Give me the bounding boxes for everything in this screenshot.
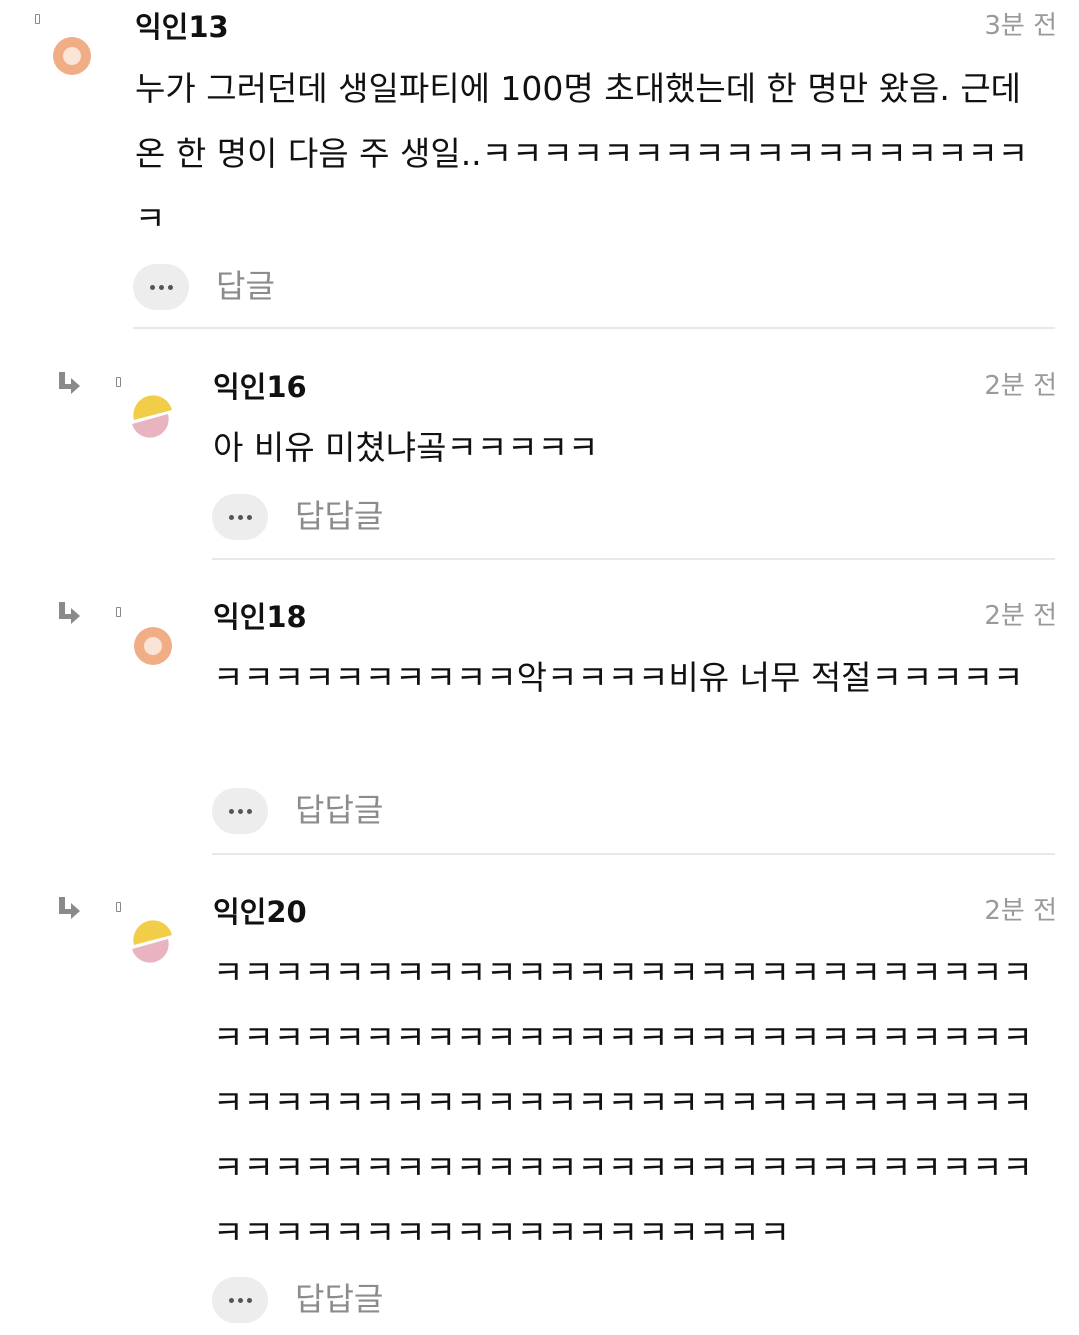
comment-timestamp: 2분 전 — [984, 896, 1057, 926]
comment-author: 익인13 — [135, 10, 229, 44]
ellipsis-icon — [133, 264, 189, 310]
comment-timestamp: 3분 전 — [984, 11, 1057, 41]
comment-body: ㅋㅋㅋㅋㅋㅋㅋㅋㅋㅋ악ㅋㅋㅋㅋ비유 너무 적절ㅋㅋㅋㅋㅋ — [213, 658, 1024, 697]
reply-comment-item: 익인20 2분 전 ㅋㅋㅋㅋㅋㅋㅋㅋㅋㅋㅋㅋㅋㅋㅋㅋㅋㅋㅋㅋㅋㅋㅋㅋㅋㅋㅋㅋㅋㅋ… — [0, 855, 1079, 1335]
comment-item: 익인13 3분 전 누가 그러던데 생일파티에 100명 초대했는데 한 명만 … — [0, 0, 1079, 330]
more-options-button[interactable] — [212, 788, 268, 834]
ellipsis-icon — [212, 788, 268, 834]
comment-author: 익인16 — [213, 370, 307, 404]
comment-author: 익인18 — [213, 600, 307, 634]
ring-avatar-icon — [53, 37, 91, 75]
report-flag-icon[interactable] — [35, 14, 40, 24]
reply-arrow-icon — [59, 372, 80, 394]
reply-comment-item: 익인18 2분 전 ㅋㅋㅋㅋㅋㅋㅋㅋㅋㅋ악ㅋㅋㅋㅋ비유 너무 적절ㅋㅋㅋㅋㅋ 답… — [0, 560, 1079, 855]
more-options-button[interactable] — [212, 1277, 268, 1323]
reply-arrow-icon — [59, 897, 80, 919]
reply-arrow-icon — [59, 602, 80, 624]
more-options-button[interactable] — [133, 264, 189, 310]
comment-timestamp: 2분 전 — [984, 601, 1057, 631]
report-flag-icon[interactable] — [116, 377, 121, 387]
ellipsis-icon — [212, 494, 268, 540]
split-circle-avatar-icon — [132, 395, 172, 438]
comment-body: 아 비유 미쳤냐곸ㅋㅋㅋㅋㅋ — [213, 428, 599, 467]
more-options-button[interactable] — [212, 494, 268, 540]
report-flag-icon[interactable] — [116, 902, 121, 912]
split-circle-avatar-icon — [132, 920, 172, 963]
reply-button[interactable]: 답답글 — [295, 496, 383, 536]
report-flag-icon[interactable] — [116, 607, 121, 617]
comment-body: ㅋㅋㅋㅋㅋㅋㅋㅋㅋㅋㅋㅋㅋㅋㅋㅋㅋㅋㅋㅋㅋㅋㅋㅋㅋㅋㅋㅋㅋㅋㅋㅋㅋㅋㅋㅋㅋㅋㅋㅋ… — [213, 953, 1033, 1252]
reply-button[interactable]: 답답글 — [295, 790, 383, 830]
reply-button[interactable]: 답글 — [216, 266, 275, 306]
comment-author: 익인20 — [213, 895, 307, 929]
comment-divider — [133, 327, 1055, 329]
comment-body: 누가 그러던데 생일파티에 100명 초대했는데 한 명만 왔음. 근데 온 한… — [135, 69, 1029, 238]
ring-avatar-icon — [134, 627, 172, 665]
ellipsis-icon — [212, 1277, 268, 1323]
reply-button[interactable]: 답답글 — [295, 1279, 383, 1319]
comment-timestamp: 2분 전 — [984, 371, 1057, 401]
reply-comment-item: 익인16 2분 전 아 비유 미쳤냐곸ㅋㅋㅋㅋㅋ 답답글 — [0, 330, 1079, 560]
